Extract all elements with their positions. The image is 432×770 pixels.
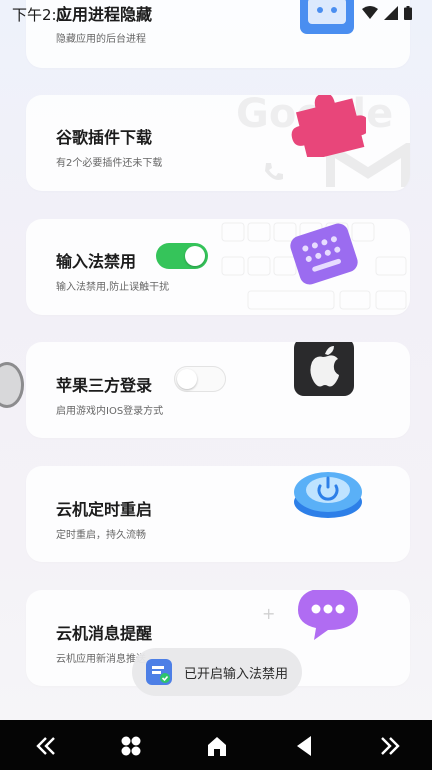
restart-power-icon: [294, 472, 362, 518]
signal-icon: [384, 6, 398, 20]
double-chevron-right-icon[interactable]: [376, 732, 404, 760]
apple-logo-icon: [294, 342, 354, 396]
card-title: 云机消息提醒: [56, 624, 153, 643]
card-apple-login[interactable]: 苹果三方登录 启用游戏内IOS登录方式: [26, 342, 410, 438]
battery-icon: [404, 6, 412, 20]
status-time: 下午2:0: [12, 6, 67, 24]
double-chevron-left-icon[interactable]: [32, 732, 60, 760]
status-bar: 下午2:0: [0, 0, 432, 26]
keyboard-icon: [290, 223, 358, 285]
card-subtitle: 输入法禁用,防止误触干扰: [56, 282, 170, 293]
status-icons: [362, 6, 412, 20]
card-title: 谷歌插件下载: [56, 128, 153, 147]
toggle-knob: [185, 246, 205, 266]
card-title: 云机定时重启: [56, 500, 153, 519]
card-subtitle: 启用游戏内IOS登录方式: [56, 406, 164, 417]
card-subtitle: 定时重启，持久流畅: [56, 530, 146, 541]
card-subtitle: 隐藏应用的后台进程: [56, 34, 146, 45]
phone-watermark-icon: [265, 163, 283, 180]
back-triangle-icon[interactable]: [290, 732, 318, 760]
card-cloud-scheduled-restart[interactable]: 云机定时重启 定时重启，持久流畅: [26, 466, 410, 562]
plus-watermark-icon: +: [262, 604, 276, 623]
apps-grid-icon[interactable]: [117, 732, 145, 760]
puzzle-plugin-icon: [291, 95, 366, 157]
card-input-method-disable[interactable]: 输入法禁用 输入法禁用,防止误触干扰: [26, 219, 410, 315]
wifi-icon: [362, 6, 378, 19]
card-subtitle: 有2个必要插件还未下载: [56, 158, 163, 169]
toast-text: 已开启输入法禁用: [184, 667, 289, 682]
home-icon[interactable]: [203, 732, 231, 760]
card-title: 苹果三方登录: [56, 376, 153, 395]
navigation-bar: [0, 720, 432, 770]
input-method-disable-toggle[interactable]: [156, 243, 208, 269]
apple-login-toggle[interactable]: [174, 366, 226, 392]
toggle-knob: [177, 369, 197, 389]
card-title: 输入法禁用: [56, 252, 137, 271]
toast-notification: 已开启输入法禁用: [132, 648, 302, 696]
app-toast-icon: [146, 659, 172, 685]
card-google-plugin-download[interactable]: Google 谷歌插件下载 有2个必要插件还未下载: [26, 95, 410, 191]
message-bubble-icon: [298, 590, 358, 640]
floating-assist-button[interactable]: [0, 362, 24, 408]
